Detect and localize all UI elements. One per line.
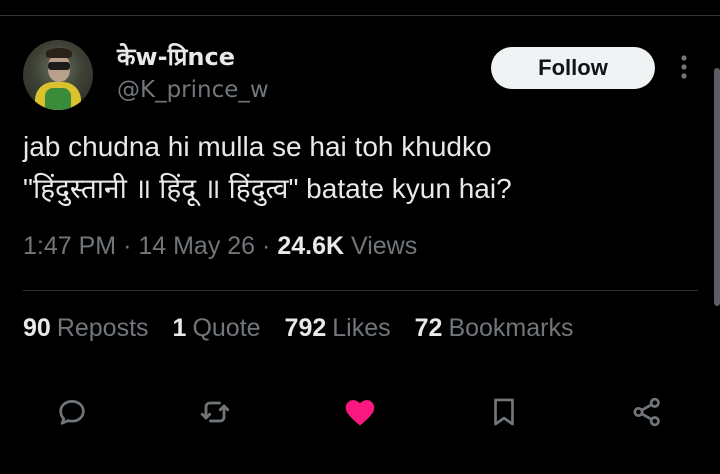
- likes-stat[interactable]: 792 Likes: [285, 314, 391, 343]
- heart-icon: [345, 400, 375, 426]
- quotes-stat[interactable]: 1 Quote: [173, 314, 261, 343]
- views-label: Views: [351, 232, 418, 260]
- scrollbar[interactable]: [714, 68, 720, 306]
- bookmarks-label: Bookmarks: [448, 314, 574, 342]
- top-divider: [0, 15, 720, 16]
- tweet-meta: 1:47 PM · 14 May 26 · 24.6K Views: [23, 232, 417, 261]
- action-bar: [0, 390, 720, 434]
- tweet-date[interactable]: 14 May 26: [138, 232, 255, 260]
- quotes-count: 1: [172, 314, 187, 342]
- bookmarks-stat[interactable]: 72 Bookmarks: [415, 314, 574, 343]
- more-icon[interactable]: [672, 50, 696, 84]
- avatar[interactable]: [23, 40, 93, 110]
- stats-divider: [23, 290, 698, 291]
- comment-icon: [59, 400, 85, 425]
- reply-button[interactable]: [50, 390, 94, 434]
- quotes-label: Quote: [192, 314, 261, 342]
- tweet-line-1: jab chudna hi mulla se hai toh khudko: [23, 131, 492, 162]
- meta-separator: ·: [262, 232, 278, 260]
- author-handle[interactable]: @K_prince_w: [117, 77, 269, 103]
- reposts-stat[interactable]: 90 Reposts: [23, 314, 149, 343]
- likes-label: Likes: [332, 314, 391, 342]
- engagement-stats: 90 Reposts 1 Quote 792 Likes 72 Bookmarks: [23, 314, 574, 343]
- reposts-label: Reposts: [56, 314, 149, 342]
- author-name[interactable]: केw-प्रिnce: [117, 40, 235, 73]
- reposts-count: 90: [23, 314, 51, 342]
- repost-button[interactable]: [193, 390, 237, 434]
- share-button[interactable]: [625, 390, 669, 434]
- share-icon: [633, 397, 660, 427]
- likes-count: 792: [284, 314, 327, 342]
- like-button[interactable]: [338, 390, 382, 434]
- tweet-text: jab chudna hi mulla se hai toh khudko "ह…: [23, 126, 683, 210]
- views-count: 24.6K: [277, 232, 345, 260]
- repost-icon: [200, 401, 230, 423]
- meta-separator: ·: [123, 232, 139, 260]
- bookmark-icon: [494, 398, 514, 426]
- bookmark-button[interactable]: [482, 390, 526, 434]
- tweet-line-2: "हिंदुस्तानी ॥ हिंदू ॥ हिंदुत्व" batate …: [23, 173, 512, 204]
- bookmarks-count: 72: [414, 314, 443, 342]
- tweet-time[interactable]: 1:47 PM: [23, 232, 116, 260]
- follow-button[interactable]: Follow: [491, 47, 655, 89]
